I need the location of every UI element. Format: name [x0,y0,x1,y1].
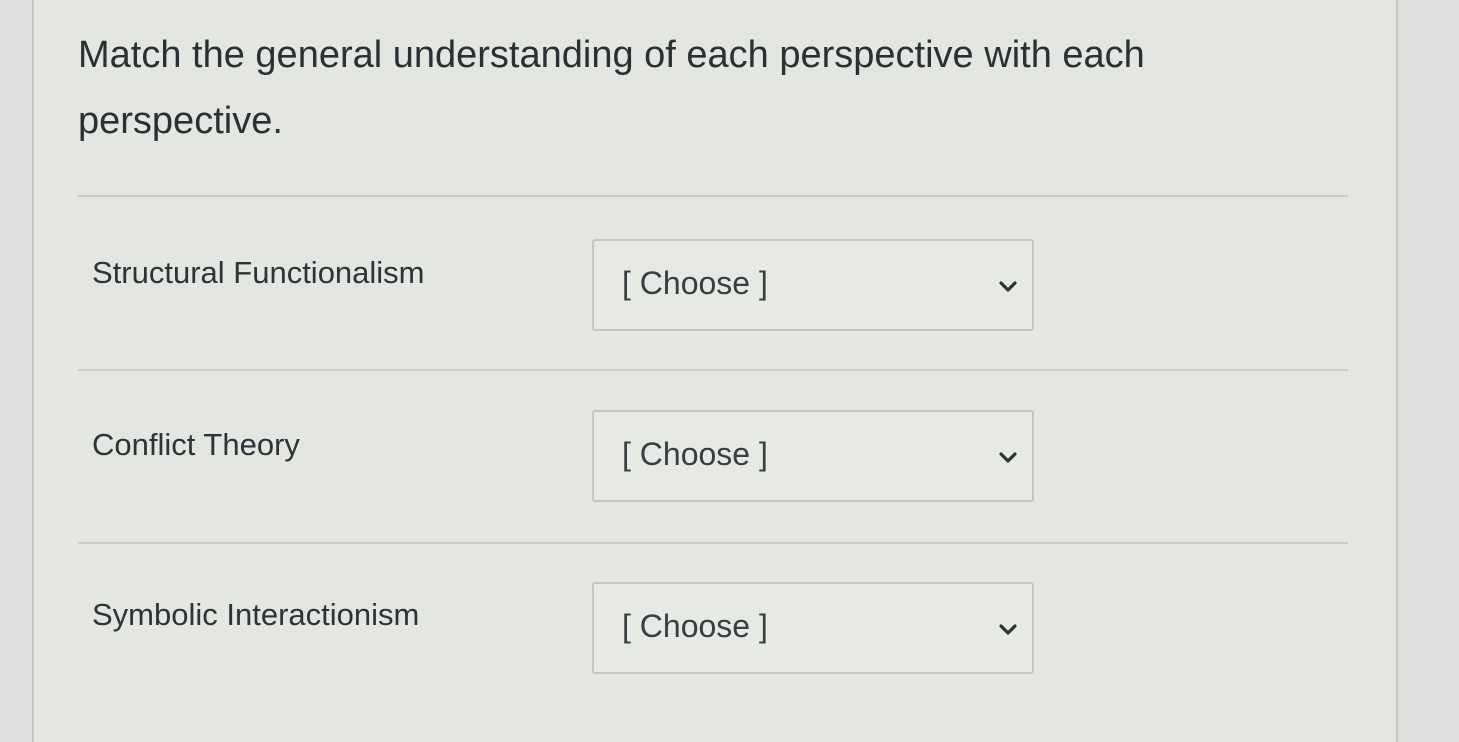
row-label-symbolic-interactionism: Symbolic Interactionism [92,597,420,632]
question-panel: Match the general understanding of each … [32,0,1398,742]
question-text: Match the general understanding of each … [78,34,1145,142]
chevron-down-icon [999,281,1017,292]
answer-select-conflict-theory[interactable]: [ Choose ] [592,410,1034,502]
answer-select-symbolic-interactionism[interactable]: [ Choose ] [592,582,1034,674]
chevron-down-icon [999,452,1017,463]
divider [78,369,1348,371]
divider [78,195,1348,197]
screen: Match the general understanding of each … [0,0,1459,742]
row-label-conflict-theory: Conflict Theory [92,427,300,462]
divider [78,542,1348,544]
select-value: [ Choose ] [622,608,768,644]
select-value: [ Choose ] [622,265,768,301]
row-label-structural-functionalism: Structural Functionalism [92,255,425,290]
select-value: [ Choose ] [622,436,768,472]
answer-select-structural-functionalism[interactable]: [ Choose ] [592,239,1034,331]
chevron-down-icon [999,624,1017,635]
